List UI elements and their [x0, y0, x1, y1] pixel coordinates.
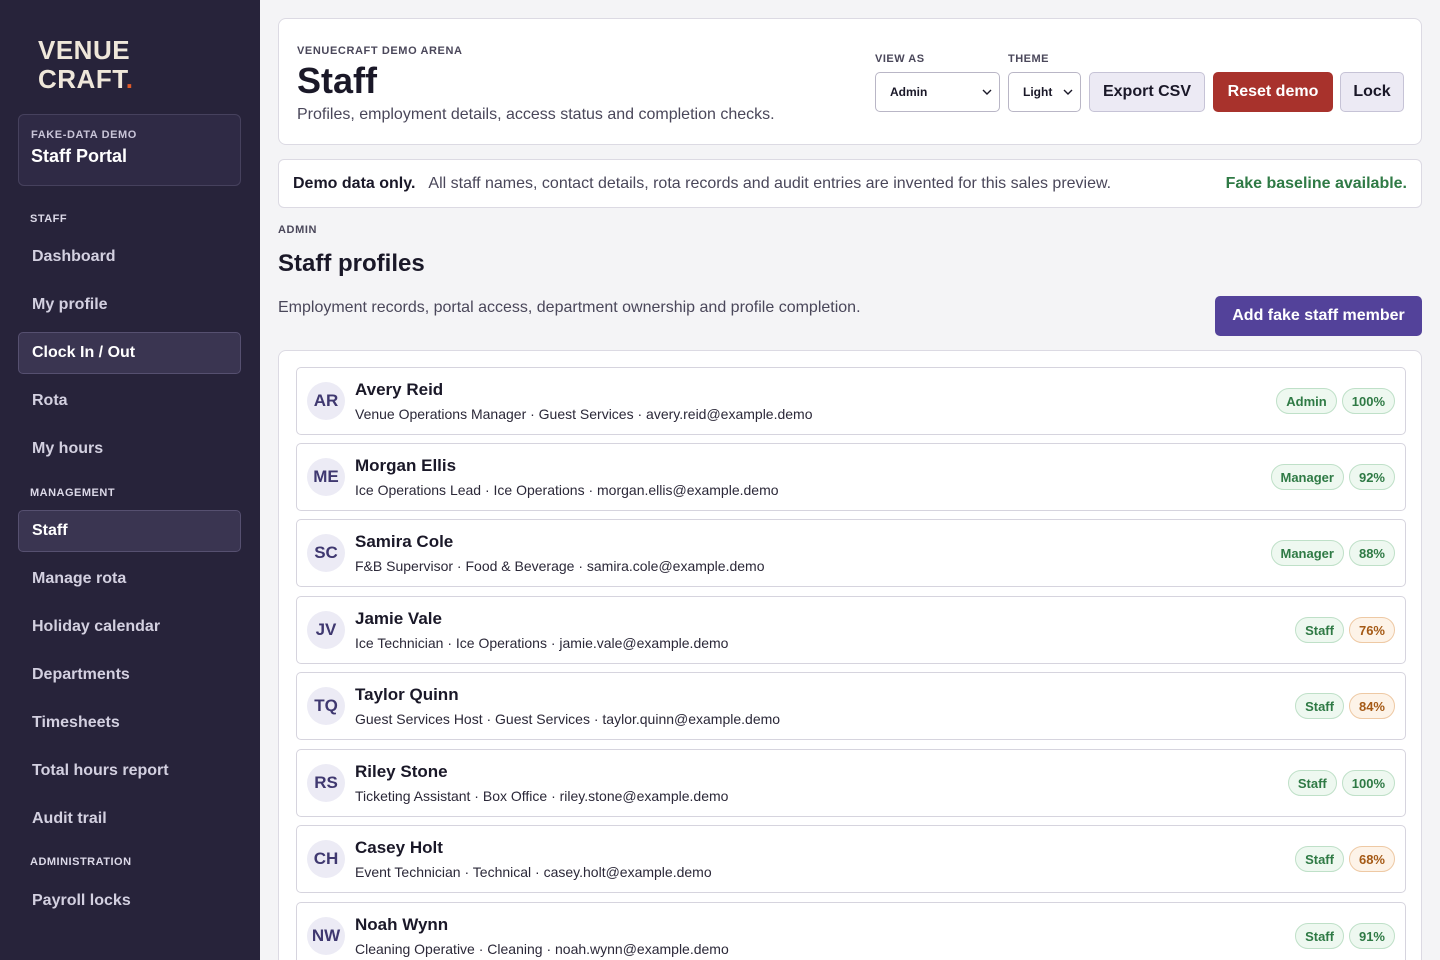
logo-line-2: CRAFT [38, 64, 126, 94]
logo-dot: . [125, 64, 134, 94]
role-badge: Staff [1295, 693, 1344, 719]
sidebar-item-my-profile[interactable]: My profile [18, 284, 241, 326]
add-staff-button[interactable]: Add fake staff member [1215, 296, 1422, 336]
sidebar-item-clock-in-out[interactable]: Clock In / Out [18, 332, 241, 374]
completion-badge: 84% [1348, 693, 1395, 719]
role-badge: Staff [1295, 923, 1344, 949]
banner-status: Fake baseline available. [1225, 174, 1407, 192]
completion-badge: 100% [1341, 388, 1395, 414]
chevron-down-icon [1063, 89, 1073, 95]
staff-meta: F&B Supervisor · Food & Beverage · samir… [355, 558, 765, 574]
staff-row[interactable]: JV Jamie Vale Ice Technician · Ice Opera… [296, 596, 1406, 664]
staff-list: AR Avery Reid Venue Operations Manager ·… [278, 350, 1422, 960]
staff-name: Riley Stone [355, 762, 448, 781]
portal-switcher[interactable]: FAKE-DATA DEMO Staff Portal [18, 114, 241, 186]
avatar: JV [307, 611, 345, 649]
portal-name: Staff Portal [31, 146, 128, 166]
main-content: VENUECRAFT DEMO ARENA Staff Profiles, em… [278, 0, 1422, 960]
sidebar-item-manage-rota[interactable]: Manage rota [18, 558, 241, 600]
sidebar-item-payroll-locks[interactable]: Payroll locks [18, 880, 241, 922]
reset-demo-button[interactable]: Reset demo [1213, 72, 1333, 112]
view-as-value: Admin [890, 85, 928, 99]
sidebar-item-total-hours-report[interactable]: Total hours report [18, 750, 241, 792]
section-title: Staff profiles [278, 250, 425, 277]
nav-section-management: MANAGEMENT [30, 487, 116, 499]
banner-text: All staff names, contact details, rota r… [428, 174, 1112, 192]
role-badge: Staff [1287, 770, 1337, 796]
staff-name: Casey Holt [355, 838, 443, 857]
lock-button[interactable]: Lock [1340, 72, 1404, 112]
sidebar-item-dashboard[interactable]: Dashboard [18, 236, 241, 278]
avatar: CH [307, 840, 345, 878]
sidebar-item-rota[interactable]: Rota [18, 380, 241, 422]
staff-name: Morgan Ellis [355, 456, 457, 475]
completion-badge: 100% [1341, 770, 1395, 796]
sidebar-item-holiday-calendar[interactable]: Holiday calendar [18, 606, 241, 648]
sidebar-item-my-hours[interactable]: My hours [18, 428, 241, 470]
staff-name: Avery Reid [355, 380, 444, 399]
section-kicker: ADMIN [278, 224, 318, 236]
page-title: Staff [297, 60, 377, 101]
view-as-select[interactable]: Admin [875, 72, 1000, 112]
completion-badge: 68% [1348, 846, 1395, 872]
role-badge: Staff [1295, 617, 1344, 643]
nav-section-staff: STAFF [30, 213, 68, 225]
venuecraft-logo[interactable]: VENUE CRAFT. [38, 36, 133, 94]
theme-value: Light [1023, 85, 1053, 99]
sidebar-item-departments[interactable]: Departments [18, 654, 241, 696]
sidebar-item-staff[interactable]: Staff [18, 510, 241, 552]
demo-banner: Demo data only. All staff names, contact… [278, 159, 1422, 208]
staff-row[interactable]: TQ Taylor Quinn Guest Services Host · Gu… [296, 672, 1406, 740]
nav-section-administration: ADMINISTRATION [30, 856, 132, 868]
staff-meta: Venue Operations Manager · Guest Service… [355, 406, 813, 422]
avatar: TQ [307, 687, 345, 725]
staff-meta: Cleaning Operative · Cleaning · noah.wyn… [355, 941, 729, 957]
export-csv-button[interactable]: Export CSV [1089, 72, 1205, 112]
completion-badge: 76% [1348, 617, 1395, 643]
portal-kicker: FAKE-DATA DEMO [31, 129, 137, 141]
sidebar-item-audit-trail[interactable]: Audit trail [18, 798, 241, 840]
staff-name: Jamie Vale [355, 609, 442, 628]
page-header: VENUECRAFT DEMO ARENA Staff Profiles, em… [278, 18, 1422, 145]
avatar: RS [307, 764, 345, 802]
staff-row[interactable]: ME Morgan Ellis Ice Operations Lead · Ic… [296, 443, 1406, 511]
avatar: SC [307, 534, 345, 572]
avatar: AR [307, 382, 345, 420]
logo-line-1: VENUE [38, 35, 131, 65]
page-subtitle: Profiles, employment details, access sta… [297, 106, 775, 123]
sidebar: VENUE CRAFT. FAKE-DATA DEMO Staff Portal… [0, 0, 260, 960]
sidebar-item-timesheets[interactable]: Timesheets [18, 702, 241, 744]
venue-kicker: VENUECRAFT DEMO ARENA [297, 45, 463, 57]
role-badge: Manager [1270, 464, 1344, 490]
staff-meta: Ticketing Assistant · Box Office · riley… [355, 788, 729, 804]
view-as-label: VIEW AS [875, 53, 925, 65]
chevron-down-icon [982, 89, 992, 95]
section-subtitle: Employment records, portal access, depar… [278, 299, 861, 316]
role-badge: Admin [1276, 388, 1337, 414]
staff-meta: Ice Operations Lead · Ice Operations · m… [355, 482, 779, 498]
theme-label: THEME [1008, 53, 1049, 65]
staff-name: Samira Cole [355, 532, 454, 551]
staff-row[interactable]: SC Samira Cole F&B Supervisor · Food & B… [296, 519, 1406, 587]
role-badge: Manager [1270, 540, 1344, 566]
banner-strong: Demo data only. [293, 174, 416, 192]
role-badge: Staff [1295, 846, 1344, 872]
staff-row[interactable]: RS Riley Stone Ticketing Assistant · Box… [296, 749, 1406, 817]
staff-row[interactable]: CH Casey Holt Event Technician · Technic… [296, 825, 1406, 893]
staff-name: Taylor Quinn [355, 685, 459, 704]
avatar: ME [307, 458, 345, 496]
theme-select[interactable]: Light [1008, 72, 1081, 112]
staff-meta: Ice Technician · Ice Operations · jamie.… [355, 635, 729, 651]
staff-row[interactable]: AR Avery Reid Venue Operations Manager ·… [296, 367, 1406, 435]
avatar: NW [307, 917, 345, 955]
completion-badge: 88% [1348, 540, 1395, 566]
staff-row[interactable]: NW Noah Wynn Cleaning Operative · Cleani… [296, 902, 1406, 960]
staff-meta: Guest Services Host · Guest Services · t… [355, 711, 781, 727]
completion-badge: 92% [1348, 464, 1395, 490]
staff-name: Noah Wynn [355, 915, 449, 934]
completion-badge: 91% [1348, 923, 1395, 949]
staff-meta: Event Technician · Technical · casey.hol… [355, 864, 712, 880]
